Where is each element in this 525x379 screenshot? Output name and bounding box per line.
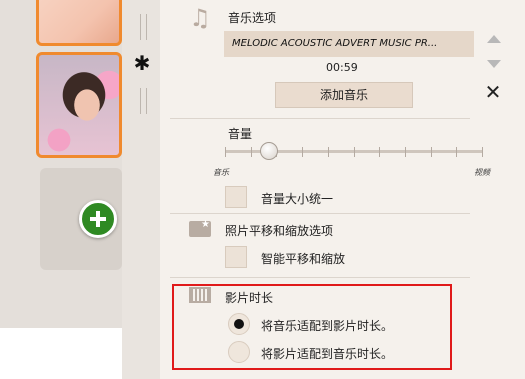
thumbnail-strip-background bbox=[0, 0, 122, 328]
volume-slider-tick bbox=[251, 147, 252, 157]
volume-slider-tick bbox=[456, 147, 457, 157]
volume-video-label: 视频 bbox=[474, 168, 490, 177]
volume-music-label: 音乐 bbox=[213, 168, 229, 177]
music-section-title: 音乐选项 bbox=[228, 11, 277, 25]
volume-slider-tick bbox=[225, 147, 226, 157]
divider-line bbox=[170, 118, 470, 119]
photo-thumbnail-2[interactable] bbox=[36, 52, 122, 158]
fit-music-to-movie-label: 将音乐适配到影片时长。 bbox=[261, 319, 394, 333]
photo-thumbnail-1[interactable] bbox=[36, 0, 122, 46]
photo-icon bbox=[189, 219, 211, 237]
add-photo-button[interactable] bbox=[79, 200, 117, 238]
normalize-volume-checkbox[interactable] bbox=[225, 186, 247, 208]
drag-handle-top[interactable] bbox=[140, 14, 147, 40]
volume-slider-tick bbox=[379, 147, 380, 157]
pan-zoom-section-title: 照片平移和缩放选项 bbox=[225, 224, 334, 238]
fit-movie-to-music-radio[interactable] bbox=[228, 341, 250, 363]
close-icon[interactable]: ✕ bbox=[483, 81, 503, 103]
volume-slider-thumb[interactable] bbox=[259, 142, 278, 160]
volume-slider-tick bbox=[354, 147, 355, 157]
fit-movie-to-music-label: 将影片适配到音乐时长。 bbox=[261, 347, 394, 361]
volume-slider-tick bbox=[482, 147, 483, 157]
music-duration: 00:59 bbox=[326, 61, 358, 74]
gear-icon[interactable]: ✱ bbox=[131, 52, 153, 74]
fit-music-to-movie-radio[interactable] bbox=[228, 313, 250, 335]
arrow-down-icon[interactable] bbox=[487, 60, 501, 68]
volume-slider-tick bbox=[302, 147, 303, 157]
smart-pan-zoom-checkbox[interactable] bbox=[225, 246, 247, 268]
film-icon bbox=[189, 287, 211, 303]
drag-handle-bottom[interactable] bbox=[140, 88, 147, 114]
volume-slider-tick bbox=[431, 147, 432, 157]
add-music-button[interactable]: 添加音乐 bbox=[275, 82, 413, 108]
music-note-icon: ♫ bbox=[189, 4, 211, 32]
volume-slider-tick bbox=[328, 147, 329, 157]
arrow-up-icon[interactable] bbox=[487, 35, 501, 43]
movie-duration-section-title: 影片时长 bbox=[225, 291, 274, 305]
divider-line bbox=[170, 277, 470, 278]
divider-line bbox=[170, 213, 470, 214]
smart-pan-zoom-label: 智能平移和缩放 bbox=[261, 252, 346, 266]
volume-slider-tick bbox=[405, 147, 406, 157]
music-track-field[interactable]: MELODIC ACOUSTIC ADVERT MUSIC PR... bbox=[224, 31, 474, 57]
volume-label: 音量 bbox=[228, 127, 253, 141]
normalize-volume-label: 音量大小统一 bbox=[261, 192, 334, 206]
